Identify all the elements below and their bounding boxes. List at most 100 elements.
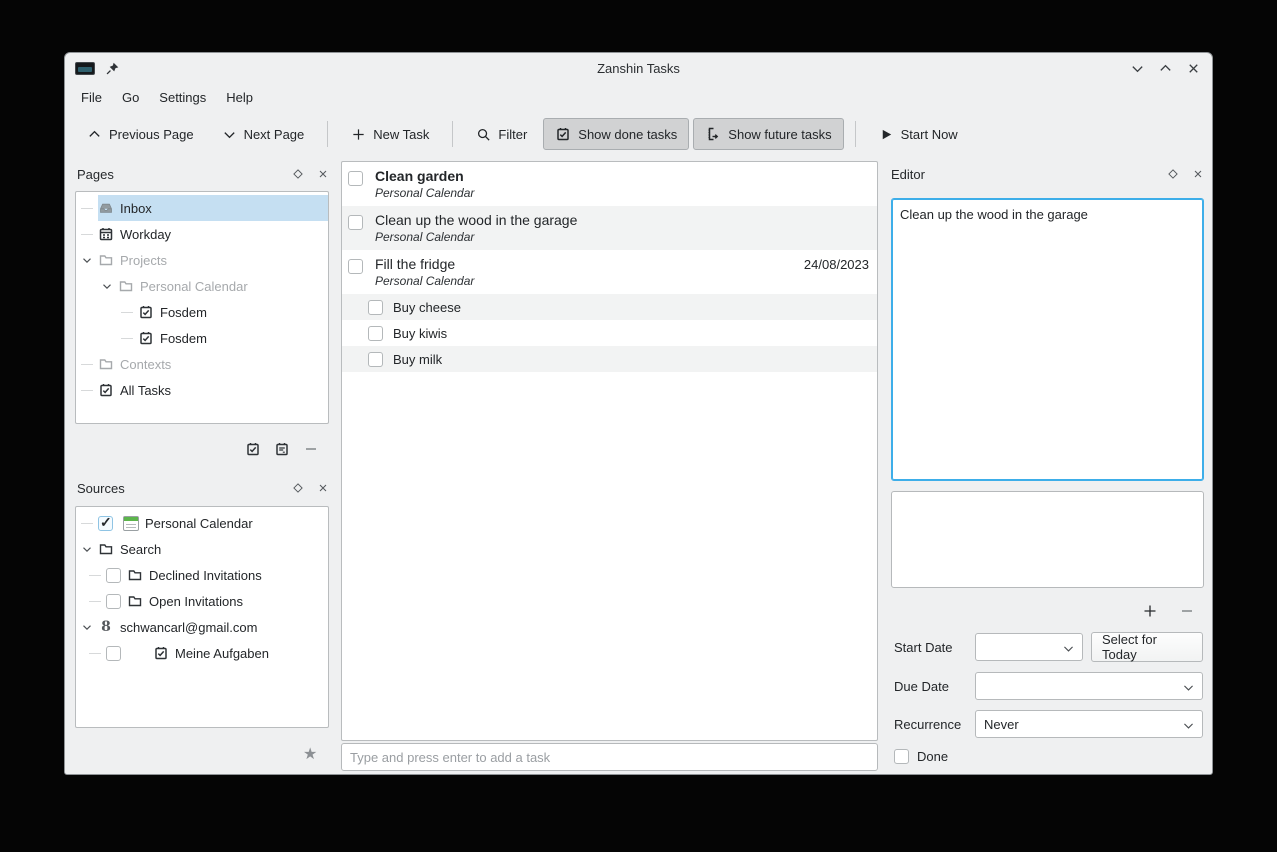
start-now-button[interactable]: Start Now bbox=[867, 119, 970, 150]
default-source-star-icon[interactable]: ★ bbox=[303, 747, 317, 763]
show-future-tasks-toggle[interactable]: Show future tasks bbox=[693, 118, 843, 150]
editor-dock-header: Editor bbox=[891, 163, 1204, 185]
select-for-today-button[interactable]: Select for Today bbox=[1091, 632, 1203, 662]
pages-item-fosdem-1[interactable]: Fosdem bbox=[76, 299, 328, 325]
search-icon bbox=[476, 127, 491, 142]
chevron-down-icon bbox=[1062, 642, 1075, 655]
show-done-tasks-toggle[interactable]: Show done tasks bbox=[543, 118, 689, 150]
close-dock-icon[interactable] bbox=[317, 482, 329, 494]
task-row-fill-fridge[interactable]: Fill the fridge Personal Calendar 24/08/… bbox=[342, 250, 877, 294]
folder-icon bbox=[98, 356, 114, 372]
task-checkbox[interactable] bbox=[348, 171, 363, 186]
add-project-icon[interactable] bbox=[245, 441, 261, 457]
pages-item-inbox[interactable]: Inbox bbox=[76, 195, 328, 221]
source-item-meine-aufgaben[interactable]: Meine Aufgaben bbox=[76, 640, 328, 666]
source-item-personal-calendar[interactable]: Personal Calendar bbox=[76, 510, 328, 536]
pages-item-contexts[interactable]: Contexts bbox=[76, 351, 328, 377]
due-date-combo[interactable] bbox=[975, 672, 1203, 700]
pages-item-projects[interactable]: Projects bbox=[76, 247, 328, 273]
previous-page-button[interactable]: Previous Page bbox=[75, 119, 206, 150]
task-checkbox[interactable] bbox=[348, 215, 363, 230]
recurrence-combo[interactable]: Never bbox=[975, 710, 1203, 738]
add-attachment-button[interactable] bbox=[1141, 602, 1158, 619]
chevron-down-icon bbox=[222, 127, 237, 142]
app-window: Zanshin Tasks File Go Settings Help Prev… bbox=[64, 52, 1213, 775]
source-item-search[interactable]: Search bbox=[76, 536, 328, 562]
remove-attachment-button[interactable] bbox=[1178, 602, 1195, 619]
subtask-row-buy-cheese[interactable]: Buy cheese bbox=[342, 294, 877, 320]
menu-help[interactable]: Help bbox=[216, 87, 263, 108]
folder-icon bbox=[127, 567, 143, 583]
expander-icon[interactable] bbox=[100, 279, 114, 293]
filter-button[interactable]: Filter bbox=[464, 119, 539, 150]
pages-dock-title: Pages bbox=[77, 167, 114, 182]
play-icon bbox=[879, 127, 894, 142]
expander-icon[interactable] bbox=[80, 620, 94, 634]
task-checkbox[interactable] bbox=[368, 326, 383, 341]
add-context-icon[interactable] bbox=[274, 441, 290, 457]
source-item-declined-invitations[interactable]: Declined Invitations bbox=[76, 562, 328, 588]
source-checkbox[interactable] bbox=[98, 516, 113, 531]
chevron-up-icon bbox=[87, 127, 102, 142]
pages-item-personal-calendar[interactable]: Personal Calendar bbox=[76, 273, 328, 299]
pages-dock-header: Pages bbox=[77, 163, 329, 185]
minimize-button[interactable] bbox=[1128, 59, 1146, 77]
next-page-button[interactable]: Next Page bbox=[210, 119, 317, 150]
task-notes-editor[interactable] bbox=[891, 491, 1204, 588]
task-row-clean-garden[interactable]: Clean garden Personal Calendar bbox=[342, 162, 877, 206]
expander-icon[interactable] bbox=[80, 253, 94, 267]
pin-icon[interactable] bbox=[105, 61, 120, 76]
source-checkbox[interactable] bbox=[106, 568, 121, 583]
float-dock-icon[interactable] bbox=[292, 482, 304, 494]
titlebar[interactable]: Zanshin Tasks bbox=[65, 53, 1212, 83]
source-item-open-invitations[interactable]: Open Invitations bbox=[76, 588, 328, 614]
pages-item-all-tasks[interactable]: All Tasks bbox=[76, 377, 328, 403]
source-item-gmail-account[interactable]: 8 schwancarl@gmail.com bbox=[76, 614, 328, 640]
remove-page-icon[interactable] bbox=[303, 441, 319, 457]
task-check-icon bbox=[555, 126, 571, 142]
close-dock-icon[interactable] bbox=[1192, 168, 1204, 180]
expander-icon[interactable] bbox=[80, 542, 94, 556]
add-task-input[interactable] bbox=[341, 743, 878, 771]
pages-item-fosdem-2[interactable]: Fosdem bbox=[76, 325, 328, 351]
toolbar-separator bbox=[452, 121, 453, 147]
close-dock-icon[interactable] bbox=[317, 168, 329, 180]
inbox-icon bbox=[98, 200, 114, 216]
source-checkbox[interactable] bbox=[106, 594, 121, 609]
maximize-button[interactable] bbox=[1156, 59, 1174, 77]
float-dock-icon[interactable] bbox=[1167, 168, 1179, 180]
task-check-icon bbox=[153, 645, 169, 661]
source-checkbox[interactable] bbox=[106, 646, 121, 661]
close-button[interactable] bbox=[1184, 59, 1202, 77]
menu-file[interactable]: File bbox=[71, 87, 112, 108]
chevron-down-icon bbox=[1182, 719, 1195, 732]
new-task-button[interactable]: New Task bbox=[339, 119, 441, 150]
menu-settings[interactable]: Settings bbox=[149, 87, 216, 108]
menu-go[interactable]: Go bbox=[112, 87, 149, 108]
done-row: Done bbox=[894, 749, 948, 764]
subtask-row-buy-milk[interactable]: Buy milk bbox=[342, 346, 877, 372]
start-date-combo[interactable] bbox=[975, 633, 1083, 661]
done-checkbox[interactable] bbox=[894, 749, 909, 764]
toolbar-separator bbox=[327, 121, 328, 147]
toolbar: Previous Page Next Page New Task Filter … bbox=[65, 111, 1212, 157]
task-checkbox[interactable] bbox=[348, 259, 363, 274]
task-title-editor[interactable]: Clean up the wood in the garage bbox=[891, 198, 1204, 481]
task-checkbox[interactable] bbox=[368, 300, 383, 315]
calendar-icon bbox=[98, 226, 114, 242]
task-row-clean-wood[interactable]: Clean up the wood in the garage Personal… bbox=[342, 206, 877, 250]
calendar-color-icon bbox=[123, 516, 139, 531]
float-dock-icon[interactable] bbox=[292, 168, 304, 180]
task-checkbox[interactable] bbox=[368, 352, 383, 367]
sources-dock-header: Sources bbox=[77, 477, 329, 499]
folder-icon bbox=[98, 541, 114, 557]
recurrence-label: Recurrence bbox=[894, 717, 961, 732]
task-check-icon bbox=[138, 330, 154, 346]
folder-icon bbox=[127, 593, 143, 609]
pages-item-workday[interactable]: Workday bbox=[76, 221, 328, 247]
subtask-row-buy-kiwis[interactable]: Buy kiwis bbox=[342, 320, 877, 346]
folder-icon bbox=[118, 278, 134, 294]
task-check-icon bbox=[138, 304, 154, 320]
sources-tree: Personal Calendar Search Declined Invita… bbox=[75, 506, 329, 728]
task-list: Clean garden Personal Calendar Clean up … bbox=[341, 161, 878, 741]
